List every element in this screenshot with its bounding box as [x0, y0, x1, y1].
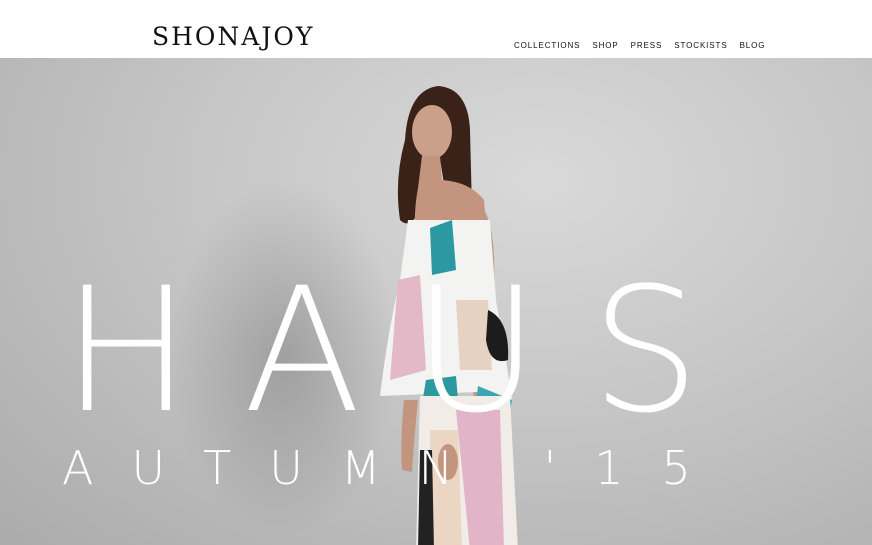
hero-subtitle-text: AUTUMN '15	[62, 441, 729, 495]
hero-title: HAUS	[0, 250, 872, 451]
hero-subtitle: AUTUMN '15	[0, 441, 872, 495]
main-nav: COLLECTIONS SHOP PRESS STOCKISTS BLOG	[514, 41, 765, 50]
nav-item-shop[interactable]: SHOP	[592, 41, 618, 50]
nav-item-stockists[interactable]: STOCKISTS	[674, 41, 727, 50]
nav-item-blog[interactable]: BLOG	[740, 41, 766, 50]
brand-logo[interactable]: SHONAJOY	[152, 24, 314, 49]
nav-item-press[interactable]: PRESS	[631, 41, 663, 50]
hero-title-text: HAUS	[62, 250, 753, 451]
nav-item-collections[interactable]: COLLECTIONS	[514, 41, 580, 50]
site-header: SHONAJOY COLLECTIONS SHOP PRESS STOCKIST…	[0, 0, 872, 58]
hero-banner[interactable]: HAUS AUTUMN '15	[0, 58, 872, 545]
